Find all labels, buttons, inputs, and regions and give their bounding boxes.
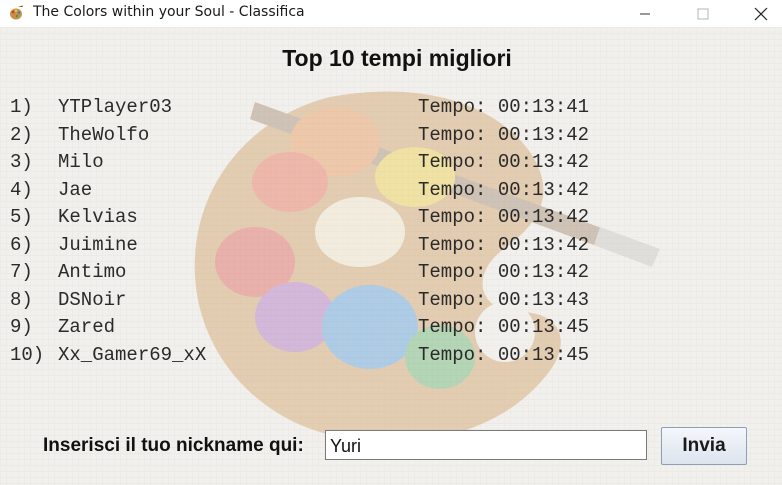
player-time: Tempo: 00:13:42 <box>418 261 590 283</box>
player-time: Tempo: 00:13:42 <box>418 124 590 146</box>
rank-number: 1) <box>10 96 33 118</box>
rank-number: 3) <box>10 151 33 173</box>
player-name: Xx_Gamer69_xX <box>58 344 207 366</box>
nickname-label: Inserisci il tuo nickname qui: <box>43 435 304 456</box>
minimize-button[interactable] <box>622 0 668 27</box>
nickname-input[interactable] <box>325 430 647 460</box>
player-name: Jae <box>58 179 93 201</box>
player-time: Tempo: 00:13:42 <box>418 179 590 201</box>
rank-number: 5) <box>10 206 33 228</box>
player-time: Tempo: 00:13:42 <box>418 151 590 173</box>
rank-number: 2) <box>10 124 33 146</box>
leaderboard-row: 7) Antimo Tempo: 00:13:42 <box>10 261 589 285</box>
maximize-button[interactable] <box>680 0 726 27</box>
leaderboard-row: 5) Kelvias Tempo: 00:13:42 <box>10 206 589 230</box>
leaderboard-row: 6) Juimine Tempo: 00:13:42 <box>10 234 589 258</box>
leaderboard-panel: Top 10 tempi migliori 1) YTPlayer03 Temp… <box>0 27 782 485</box>
rank-number: 10) <box>10 344 45 366</box>
leaderboard-row: 3) Milo Tempo: 00:13:42 <box>10 151 589 175</box>
app-window: The Colors within your Soul - Classifica <box>0 0 782 485</box>
player-time: Tempo: 00:13:43 <box>418 289 590 311</box>
submit-button[interactable]: Invia <box>661 427 747 465</box>
title-bar: The Colors within your Soul - Classifica <box>0 0 782 27</box>
player-name: DSNoir <box>58 289 127 311</box>
rank-number: 7) <box>10 261 33 283</box>
player-name: YTPlayer03 <box>58 96 173 118</box>
leaderboard-row: 8) DSNoir Tempo: 00:13:43 <box>10 289 589 313</box>
player-name: Zared <box>58 316 116 338</box>
leaderboard-row: 10) Xx_Gamer69_xX Tempo: 00:13:45 <box>10 344 589 368</box>
palette-icon <box>10 5 23 20</box>
close-button[interactable] <box>738 0 782 27</box>
page-title: Top 10 tempi migliori <box>282 45 512 71</box>
close-icon <box>754 7 768 20</box>
player-name: Juimine <box>58 234 138 256</box>
player-time: Tempo: 00:13:42 <box>418 234 590 256</box>
rank-number: 6) <box>10 234 33 256</box>
player-name: Milo <box>58 151 104 173</box>
player-name: TheWolfo <box>58 124 150 146</box>
minimize-icon <box>640 13 650 14</box>
rank-number: 4) <box>10 179 33 201</box>
leaderboard-row: 9) Zared Tempo: 00:13:45 <box>10 316 589 340</box>
player-name: Antimo <box>58 261 127 283</box>
rank-number: 8) <box>10 289 33 311</box>
leaderboard-row: 1) YTPlayer03 Tempo: 00:13:41 <box>10 96 589 120</box>
leaderboard-row: 4) Jae Tempo: 00:13:42 <box>10 179 589 203</box>
player-time: Tempo: 00:13:45 <box>418 344 590 366</box>
leaderboard-row: 2) TheWolfo Tempo: 00:13:42 <box>10 124 589 148</box>
player-name: Kelvias <box>58 206 138 228</box>
player-time: Tempo: 00:13:45 <box>418 316 590 338</box>
player-time: Tempo: 00:13:42 <box>418 206 590 228</box>
window-title: The Colors within your Soul - Classifica <box>33 4 305 20</box>
maximize-icon <box>697 8 709 19</box>
player-time: Tempo: 00:13:41 <box>418 96 590 118</box>
rank-number: 9) <box>10 316 33 338</box>
